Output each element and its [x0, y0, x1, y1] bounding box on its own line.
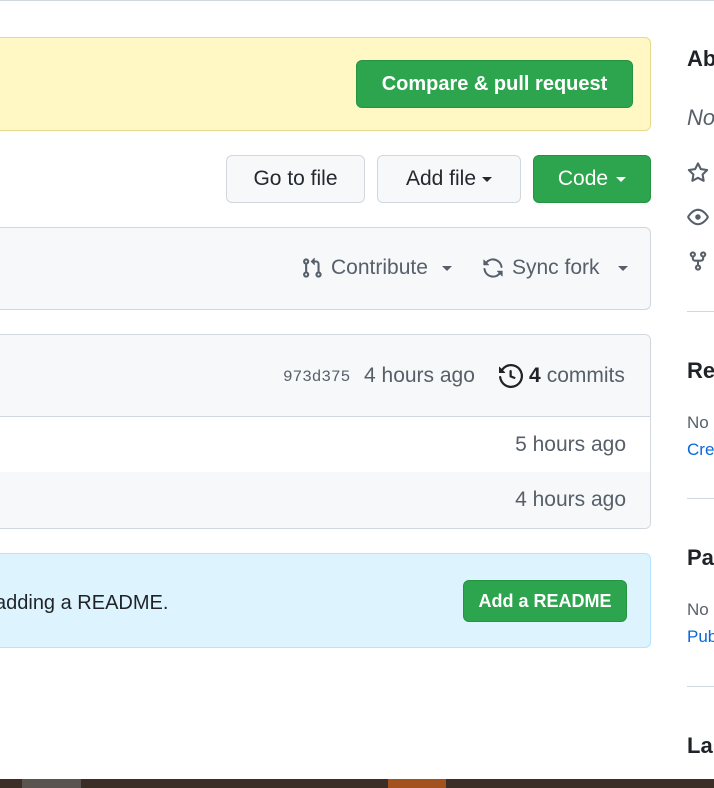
readme-prompt-banner: adding a README. Add a README: [0, 553, 651, 648]
chevron-down-icon: [617, 265, 628, 271]
add-readme-button[interactable]: Add a README: [463, 580, 627, 622]
go-to-file-button[interactable]: Go to file: [226, 155, 365, 203]
contribute-dropdown[interactable]: Contribute: [301, 256, 452, 280]
history-icon: [499, 364, 523, 388]
repo-forked-icon[interactable]: [687, 250, 709, 272]
sidebar-divider: [687, 498, 714, 499]
chevron-down-icon: [482, 176, 493, 182]
languages-heading: La: [687, 733, 713, 758]
file-updated-time: 5 hours ago: [515, 433, 626, 456]
commit-count: 4: [529, 364, 541, 387]
recent-push-banner: Compare & pull request: [0, 37, 651, 131]
publish-package-link[interactable]: Pub: [687, 627, 714, 647]
file-row[interactable]: 5 hours ago: [0, 417, 650, 473]
code-label: Code: [557, 167, 609, 190]
go-to-file-label: Go to file: [253, 167, 338, 190]
latest-commit-header: 973d375 4 hours ago 4 commits: [0, 335, 650, 417]
create-release-link[interactable]: Cre: [687, 440, 714, 460]
fork-status-bar: Contribute Sync fork: [0, 227, 651, 310]
file-list: 973d375 4 hours ago 4 commits 5 hours ag…: [0, 334, 651, 529]
sidebar-divider: [687, 311, 714, 312]
commit-time: 4 hours ago: [364, 364, 475, 387]
repo-sidebar: Ab No Re No Cre Pa No Pub La: [687, 0, 714, 788]
star-icon[interactable]: [687, 162, 709, 184]
sync-fork-label: Sync fork: [512, 256, 600, 279]
packages-heading: Pa: [687, 545, 714, 570]
chevron-down-icon: [441, 265, 452, 271]
repo-page: Compare & pull request Go to file Add fi…: [0, 0, 714, 788]
packages-empty-text: No: [687, 600, 709, 619]
file-updated-time: 4 hours ago: [515, 488, 626, 511]
header-divider: [0, 0, 714, 1]
commits-link[interactable]: 4 commits: [499, 364, 625, 388]
about-description: No: [687, 105, 714, 130]
taskbar-item[interactable]: [388, 779, 446, 788]
about-heading: Ab: [687, 46, 714, 71]
commit-sha[interactable]: 973d375: [283, 368, 350, 386]
add-file-label: Add file: [405, 167, 477, 190]
git-pull-request-icon: [303, 257, 322, 278]
commits-label: commits: [546, 364, 625, 387]
sync-icon: [483, 258, 503, 278]
sidebar-divider: [687, 686, 714, 687]
contribute-label: Contribute: [331, 256, 428, 279]
taskbar-item[interactable]: [22, 779, 81, 788]
releases-empty-text: No: [687, 413, 709, 432]
compare-pull-request-button[interactable]: Compare & pull request: [356, 60, 633, 108]
chevron-down-icon: [616, 176, 627, 182]
taskbar: [0, 779, 714, 788]
file-row[interactable]: 4 hours ago: [0, 472, 650, 528]
sync-fork-dropdown[interactable]: Sync fork: [482, 256, 628, 280]
add-file-button[interactable]: Add file: [377, 155, 521, 203]
code-button[interactable]: Code: [533, 155, 651, 203]
releases-heading: Re: [687, 358, 714, 383]
readme-prompt-text: adding a README.: [0, 592, 169, 614]
eye-icon[interactable]: [687, 206, 709, 228]
